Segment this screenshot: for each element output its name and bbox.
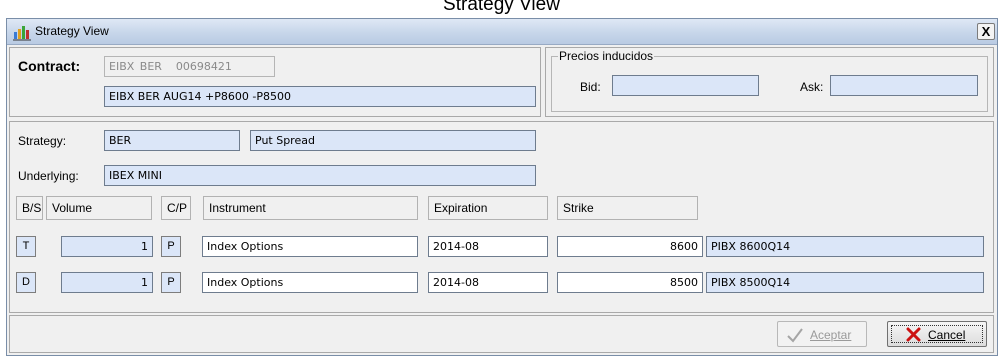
column-header-instrument: Instrument xyxy=(203,196,418,220)
window-caption: Strategy View xyxy=(443,0,560,15)
column-header-expiration: Expiration xyxy=(428,196,548,220)
leg-bs-button[interactable]: D xyxy=(16,272,36,293)
bid-input[interactable] xyxy=(612,75,759,96)
strategy-panel: Strategy: BER Put Spread Underlying: IBE… xyxy=(9,121,994,313)
leg-volume-field[interactable]: 1 xyxy=(61,272,153,293)
leg-symbol-field[interactable]: PIBX 8600Q14 xyxy=(706,236,984,257)
underlying-label: Underlying: xyxy=(18,169,79,183)
leg-strike-field[interactable]: 8500 xyxy=(557,272,703,293)
precios-panel: Precios inducidos Bid: Ask: xyxy=(545,47,994,117)
contract-panel: Contract: EIBX BER 00698421 EIBX BER AUG1… xyxy=(9,47,541,117)
strategy-name-field[interactable]: Put Spread xyxy=(250,130,536,151)
strategy-app-icon xyxy=(13,23,31,41)
title-bar[interactable]: Strategy View X xyxy=(7,19,997,45)
accept-button[interactable]: Aceptar xyxy=(777,321,867,347)
leg-instrument-field[interactable]: Index Options xyxy=(202,236,418,257)
cancel-label: Cancel xyxy=(928,328,966,342)
cancel-button[interactable]: Cancel xyxy=(887,321,987,347)
leg-expiration-field[interactable]: 2014-08 xyxy=(428,272,548,293)
accept-label: Aceptar xyxy=(810,328,852,342)
leg-volume-field[interactable]: 1 xyxy=(61,236,153,257)
leg-instrument-field[interactable]: Index Options xyxy=(202,272,418,293)
contract-id: 00698421 xyxy=(175,60,232,73)
column-header-strike: Strike xyxy=(557,196,698,220)
ask-label: Ask: xyxy=(800,80,824,94)
strategy-view-window: Strategy View X Contract: EIBX BER 006984… xyxy=(6,18,998,356)
ask-input[interactable] xyxy=(830,75,978,96)
leg-symbol-field[interactable]: PIBX 8500Q14 xyxy=(706,272,984,293)
precios-inducidos-legend: Precios inducidos xyxy=(558,49,655,63)
contract-description-field[interactable]: EIBX BER AUG14 +P8600 -P8500 xyxy=(104,86,536,107)
window-title: Strategy View xyxy=(35,24,109,38)
contract-code-field: EIBX BER 00698421 xyxy=(104,56,275,77)
underlying-field[interactable]: IBEX MINI xyxy=(104,165,536,186)
bid-label: Bid: xyxy=(580,80,601,94)
contract-code: EIBX BER xyxy=(109,60,162,73)
red-x-icon xyxy=(906,327,921,345)
column-header-volume: Volume xyxy=(46,196,152,220)
button-bar: Aceptar Cancel xyxy=(9,315,994,353)
column-header-cp: C/P xyxy=(161,196,191,220)
leg-strike-field[interactable]: 8600 xyxy=(557,236,703,257)
strategy-label: Strategy: xyxy=(18,134,67,148)
leg-cp-button[interactable]: P xyxy=(161,236,181,257)
strategy-code-field[interactable]: BER xyxy=(104,130,240,151)
precios-inducidos-group: Precios inducidos Bid: Ask: xyxy=(551,49,988,112)
column-header-bs: B/S xyxy=(16,196,43,220)
leg-cp-button[interactable]: P xyxy=(161,272,181,293)
close-button[interactable]: X xyxy=(977,23,995,40)
leg-bs-button[interactable]: T xyxy=(16,236,36,257)
leg-expiration-field[interactable]: 2014-08 xyxy=(428,236,548,257)
checkmark-icon xyxy=(786,327,804,346)
contract-label: Contract: xyxy=(18,58,81,74)
